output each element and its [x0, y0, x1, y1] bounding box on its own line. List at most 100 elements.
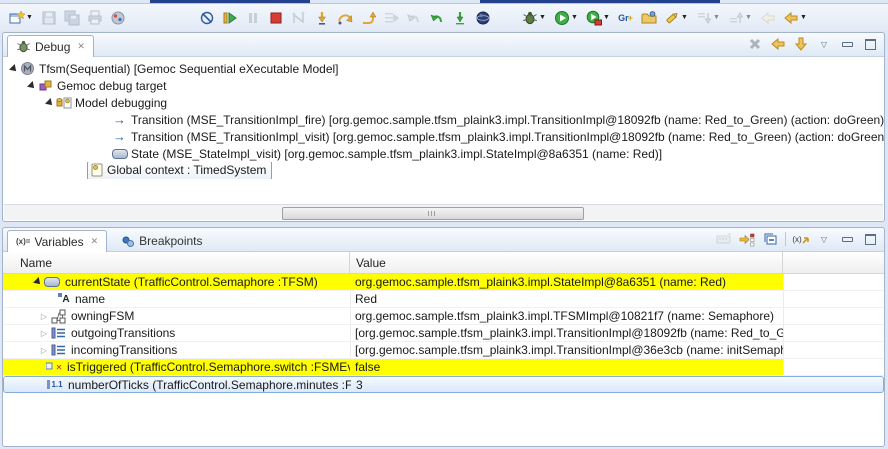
- close-icon[interactable]: ✕: [77, 41, 85, 52]
- expander-expanded-icon[interactable]: [27, 81, 37, 91]
- new-gemoc-project-button[interactable]: Gr+: [614, 7, 637, 29]
- chevron-down-icon[interactable]: ▼: [745, 14, 752, 21]
- view-menu-icon[interactable]: ▽: [814, 230, 834, 248]
- variable-name: owningFSM: [71, 309, 134, 323]
- maximize-button[interactable]: [860, 35, 880, 53]
- save-button[interactable]: [37, 7, 60, 29]
- pause-button[interactable]: [241, 7, 264, 29]
- chevron-down-icon[interactable]: ▼: [603, 14, 610, 21]
- chevron-down-icon[interactable]: ▼: [681, 14, 688, 21]
- minimize-button[interactable]: [837, 230, 857, 248]
- disconnect-button[interactable]: [287, 7, 310, 29]
- column-header-value[interactable]: Value: [350, 252, 783, 273]
- tree-item-label: Tfsm(Sequential) [Gemoc Sequential eXecu…: [39, 62, 343, 76]
- column-header-name[interactable]: Name: [3, 252, 350, 273]
- back-navigation-button[interactable]: ▼: [779, 7, 811, 29]
- minimize-button[interactable]: [837, 35, 857, 53]
- maximize-button[interactable]: [860, 230, 880, 248]
- expander-collapsed-icon[interactable]: ▷: [41, 329, 47, 338]
- show-type-names-button[interactable]: [714, 230, 734, 248]
- tab-debug[interactable]: Debug ✕: [7, 35, 94, 57]
- step-return-button[interactable]: [356, 7, 379, 29]
- step-over-button[interactable]: [333, 7, 356, 29]
- table-row-name[interactable]: A name Red: [3, 291, 884, 308]
- backward-step-button[interactable]: [425, 7, 448, 29]
- variable-value: [org.gemoc.sample.tfsm_plaink3.impl.Tran…: [350, 325, 783, 341]
- table-row-owningFSM[interactable]: ▷ owningFSM org.gemoc.sample.tfsm_plaink…: [3, 308, 884, 325]
- tree-row-state-visit[interactable]: State (MSE_StateImpl_visit) [org.gemoc.s…: [3, 145, 884, 162]
- global-context-item[interactable]: Global context : TimedSystem: [87, 162, 272, 179]
- tree-row-launch[interactable]: Tfsm(Sequential) [Gemoc Sequential eXecu…: [3, 60, 884, 77]
- expander-expanded-icon[interactable]: [45, 98, 55, 108]
- step-forward-button[interactable]: [791, 35, 811, 53]
- chevron-down-icon[interactable]: ▼: [800, 14, 807, 21]
- table-row-numberOfTicks[interactable]: 1.1 numberOfTicks (TrafficControl.Semaph…: [3, 376, 884, 393]
- last-edit-location-button[interactable]: [756, 7, 779, 29]
- horizontal-scrollbar[interactable]: [4, 204, 883, 220]
- variable-value: org.gemoc.sample.tfsm_plaink3.impl.TFSMI…: [350, 308, 783, 324]
- debug-view-icon: [16, 39, 31, 54]
- tab-variables[interactable]: (x)= Variables ✕: [7, 230, 107, 252]
- new-wizard-button[interactable]: ▼: [5, 7, 37, 29]
- table-row-currentState[interactable]: currentState (TrafficControl.Semaphore :…: [3, 274, 884, 291]
- view-menu-icon[interactable]: ▽: [814, 35, 834, 53]
- variables-table: currentState (TrafficControl.Semaphore :…: [3, 274, 884, 393]
- remove-all-terminated-button[interactable]: [745, 35, 765, 53]
- print-button[interactable]: [83, 7, 106, 29]
- table-row-outgoingTransitions[interactable]: ▷ outgoingTransitions [org.gemoc.sample.…: [3, 325, 884, 342]
- run-launch-button[interactable]: ▼: [550, 7, 582, 29]
- collapse-all-button[interactable]: [760, 230, 780, 248]
- chevron-down-icon[interactable]: ▼: [713, 14, 720, 21]
- file-toolbar-group: ▼: [5, 6, 129, 30]
- breakpoints-view-icon: [121, 234, 135, 248]
- save-all-button[interactable]: [60, 7, 83, 29]
- expander-collapsed-icon[interactable]: ▷: [41, 346, 47, 355]
- close-icon[interactable]: ✕: [91, 236, 99, 247]
- expander-expanded-icon[interactable]: [33, 277, 43, 287]
- tree-row-model-debugging[interactable]: Model debugging: [3, 94, 884, 111]
- external-tools-button[interactable]: ▼: [582, 7, 614, 29]
- tab-label: Debug: [35, 40, 70, 54]
- model-debugging-icon: [55, 95, 72, 111]
- list-icon: [49, 326, 67, 341]
- table-row-isTriggered[interactable]: ✕ isTriggered (TrafficControl.Semaphore.…: [3, 359, 884, 376]
- run-to-line-button[interactable]: [379, 7, 402, 29]
- tree-row-transition-fire[interactable]: → Transition (MSE_TransitionImpl_fire) […: [3, 111, 884, 128]
- animation-globe-button[interactable]: [471, 7, 494, 29]
- state-icon: [43, 275, 61, 290]
- attribute-icon: A: [53, 292, 71, 307]
- tree-row-debug-target[interactable]: Gemoc debug target: [3, 77, 884, 94]
- show-logical-structure-button[interactable]: [737, 230, 757, 248]
- expander-collapsed-icon[interactable]: ▷: [41, 312, 47, 321]
- tree-item-label: Gemoc debug target: [57, 79, 170, 93]
- variable-name: incomingTransitions: [71, 343, 177, 357]
- gemoc-engine-icon[interactable]: [106, 7, 129, 29]
- variable-name: numberOfTicks (TrafficControl.Semaphore.…: [68, 378, 351, 392]
- scrollbar-thumb[interactable]: [282, 207, 584, 220]
- skip-all-breakpoints-button[interactable]: [195, 7, 218, 29]
- step-backward-button[interactable]: [768, 35, 788, 53]
- debug-launch-button[interactable]: ▼: [518, 7, 550, 29]
- use-step-filters-button[interactable]: [448, 7, 471, 29]
- expander-expanded-icon[interactable]: [9, 64, 19, 74]
- terminate-button[interactable]: [264, 7, 287, 29]
- tab-breakpoints[interactable]: Breakpoints: [113, 230, 210, 251]
- previous-annotation-button[interactable]: ▼: [724, 7, 756, 29]
- chevron-down-icon[interactable]: ▼: [571, 14, 578, 21]
- drop-to-frame-button[interactable]: [402, 7, 425, 29]
- main-toolbar: ▼: [0, 4, 888, 31]
- tab-label: Breakpoints: [139, 234, 202, 248]
- tree-row-global-context[interactable]: Global context : TimedSystem: [3, 162, 884, 179]
- open-folder-button[interactable]: [637, 7, 660, 29]
- variables-view-panel: (x)= Variables ✕ Breakpoints (x) ▽: [2, 227, 885, 447]
- chevron-down-icon[interactable]: ▼: [26, 14, 33, 21]
- variable-name: outgoingTransitions: [71, 326, 175, 340]
- step-into-button[interactable]: [310, 7, 333, 29]
- tree-row-transition-visit[interactable]: → Transition (MSE_TransitionImpl_visit) …: [3, 128, 884, 145]
- chevron-down-icon[interactable]: ▼: [539, 14, 546, 21]
- next-annotation-button[interactable]: ▼: [692, 7, 724, 29]
- watch-expression-button[interactable]: (x): [791, 230, 811, 248]
- resume-button[interactable]: [218, 7, 241, 29]
- marker-button[interactable]: ▼: [660, 7, 692, 29]
- table-row-incomingTransitions[interactable]: ▷ incomingTransitions [org.gemoc.sample.…: [3, 342, 884, 359]
